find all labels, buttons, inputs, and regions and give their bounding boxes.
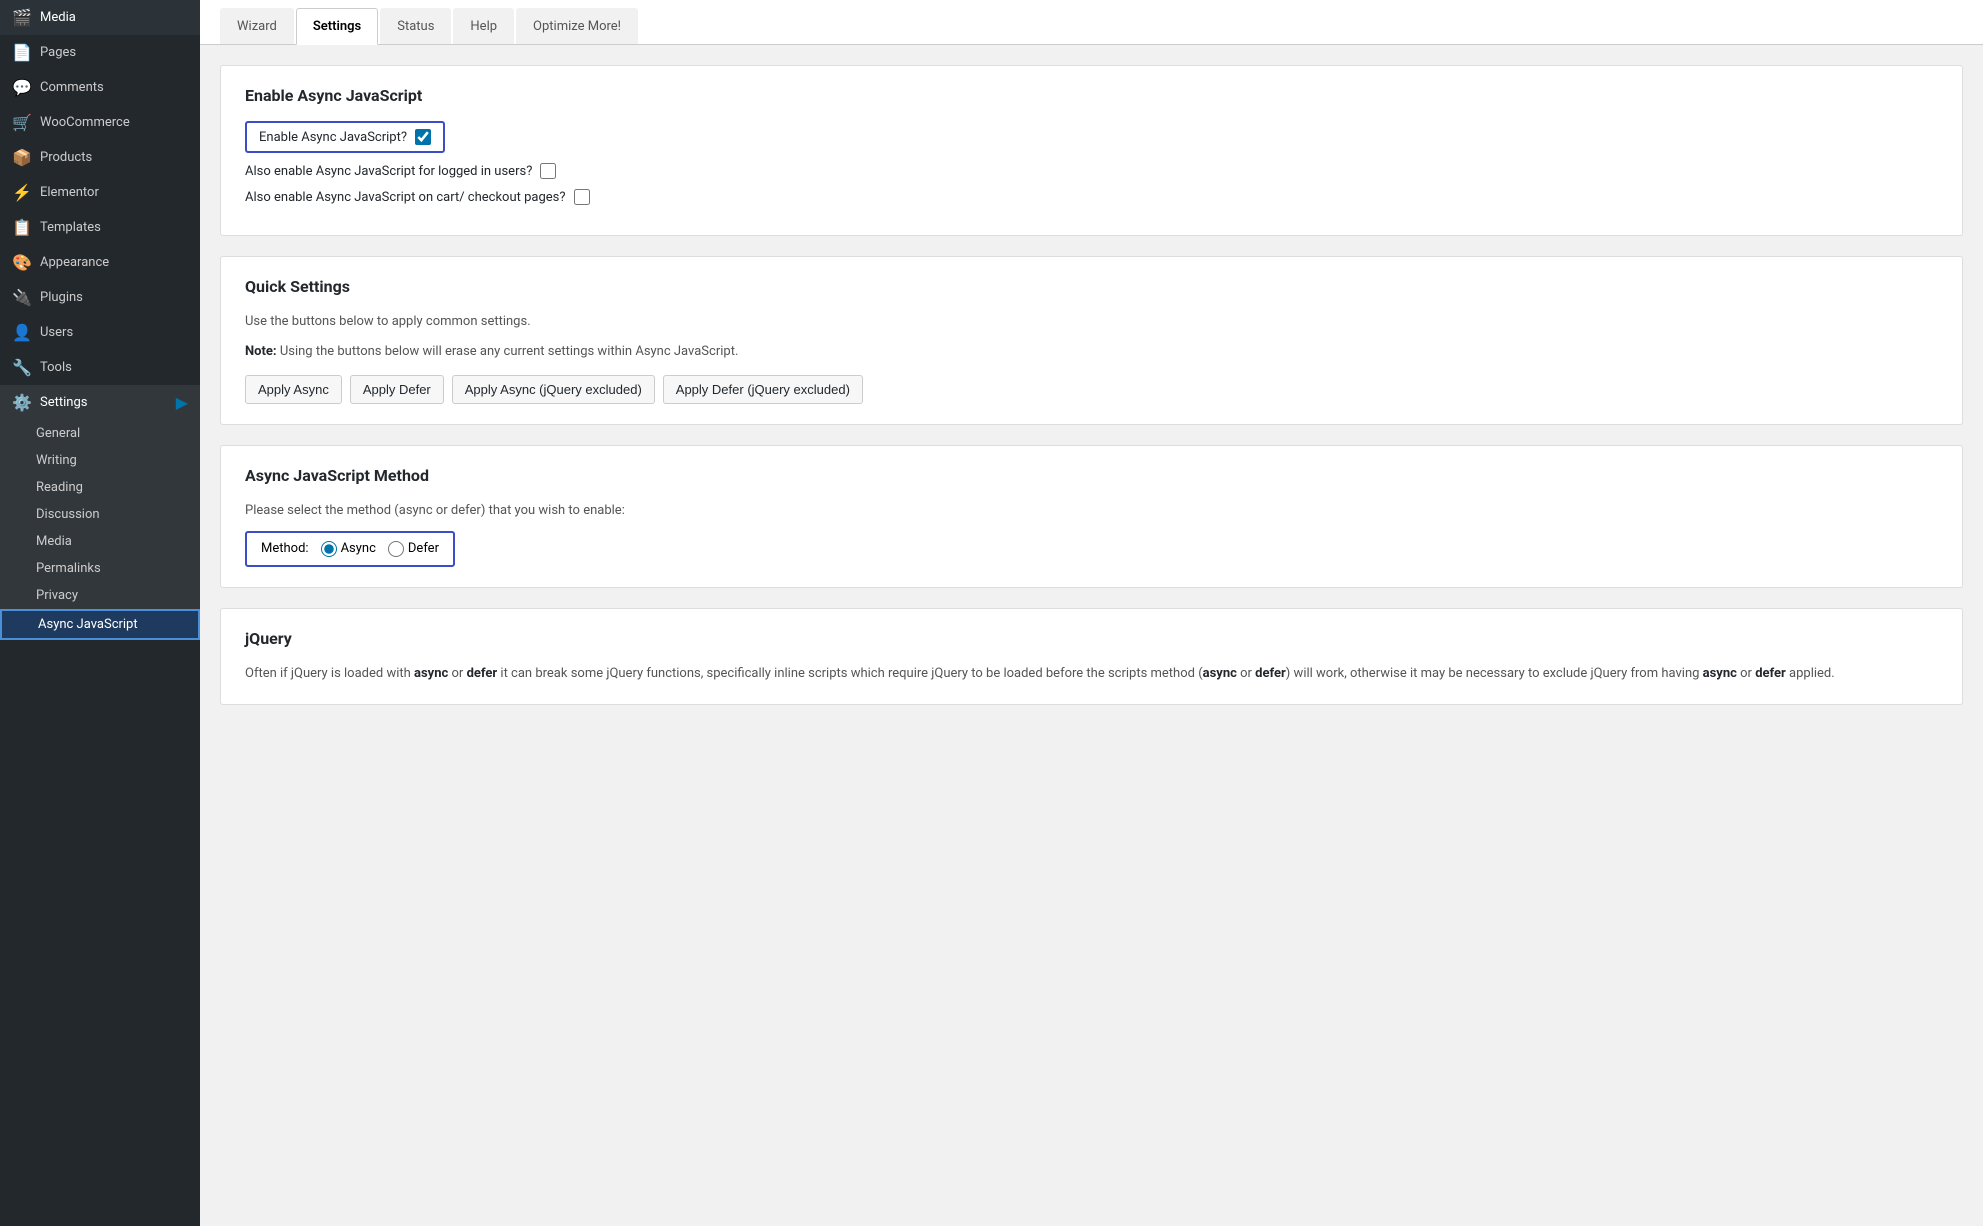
tab-status[interactable]: Status: [380, 8, 451, 44]
defer-option[interactable]: Defer: [388, 541, 439, 557]
defer-label: Defer: [408, 541, 439, 556]
sidebar-item-users[interactable]: 👤 Users: [0, 315, 200, 350]
method-description: Please select the method (async or defer…: [245, 501, 1938, 521]
jquery-title: jQuery: [245, 629, 1938, 648]
woocommerce-icon: 🛒: [12, 113, 32, 132]
enable-async-label: Enable Async JavaScript?: [259, 130, 407, 145]
keyword-async2: async: [1203, 666, 1237, 681]
sidebar-item-media[interactable]: 🎬 Media: [0, 0, 200, 35]
method-label: Method:: [261, 541, 309, 556]
method-row: Method: Async Defer: [245, 531, 455, 567]
tab-help[interactable]: Help: [453, 8, 514, 44]
settings-arrow-icon: ▶: [176, 393, 188, 412]
logged-in-label: Also enable Async JavaScript for logged …: [245, 164, 532, 179]
submenu-item-general[interactable]: General: [0, 420, 200, 447]
sidebar-item-elementor[interactable]: ⚡ Elementor: [0, 175, 200, 210]
quick-settings-note: Note: Using the buttons below will erase…: [245, 342, 1938, 362]
cart-checkbox[interactable]: [574, 189, 590, 205]
submenu-item-privacy[interactable]: Privacy: [0, 582, 200, 609]
products-icon: 📦: [12, 148, 32, 167]
users-icon: 👤: [12, 323, 32, 342]
submenu-item-permalinks[interactable]: Permalinks: [0, 555, 200, 582]
submenu-item-reading[interactable]: Reading: [0, 474, 200, 501]
sidebar-item-appearance[interactable]: 🎨 Appearance: [0, 245, 200, 280]
plugins-icon: 🔌: [12, 288, 32, 307]
tools-icon: 🔧: [12, 358, 32, 377]
content-area: Enable Async JavaScript Enable Async Jav…: [200, 45, 1983, 745]
enable-async-section: Enable Async JavaScript Enable Async Jav…: [220, 65, 1963, 236]
quick-settings-description: Use the buttons below to apply common se…: [245, 312, 1938, 332]
enable-async-row: Enable Async JavaScript?: [245, 121, 445, 153]
tab-settings[interactable]: Settings: [296, 8, 378, 45]
keyword-defer2: defer: [1255, 666, 1286, 681]
templates-icon: 📋: [12, 218, 32, 237]
sidebar-item-settings[interactable]: ⚙️ Settings ▶: [0, 385, 200, 420]
apply-defer-button[interactable]: Apply Defer: [350, 375, 444, 404]
sidebar-item-tools[interactable]: 🔧 Tools: [0, 350, 200, 385]
submenu-item-discussion[interactable]: Discussion: [0, 501, 200, 528]
submenu-item-media[interactable]: Media: [0, 528, 200, 555]
keyword-defer1: defer: [467, 666, 498, 681]
sidebar-item-comments[interactable]: 💬 Comments: [0, 70, 200, 105]
cart-label: Also enable Async JavaScript on cart/ ch…: [245, 190, 566, 205]
keyword-async3: async: [1703, 666, 1737, 681]
sidebar-item-pages[interactable]: 📄 Pages: [0, 35, 200, 70]
quick-settings-buttons: Apply Async Apply Defer Apply Async (jQu…: [245, 375, 1938, 404]
method-title: Async JavaScript Method: [245, 466, 1938, 485]
defer-radio[interactable]: [388, 541, 404, 557]
quick-settings-section: Quick Settings Use the buttons below to …: [220, 256, 1963, 425]
async-radio[interactable]: [321, 541, 337, 557]
submenu-item-writing[interactable]: Writing: [0, 447, 200, 474]
tab-wizard[interactable]: Wizard: [220, 8, 294, 44]
keyword-defer3: defer: [1755, 666, 1786, 681]
cart-row: Also enable Async JavaScript on cart/ ch…: [245, 189, 1938, 205]
quick-settings-title: Quick Settings: [245, 277, 1938, 296]
enable-async-checkbox[interactable]: [415, 129, 431, 145]
keyword-async1: async: [414, 666, 448, 681]
logged-in-row: Also enable Async JavaScript for logged …: [245, 163, 1938, 179]
logged-in-checkbox[interactable]: [540, 163, 556, 179]
sidebar-item-woocommerce[interactable]: 🛒 WooCommerce: [0, 105, 200, 140]
async-label: Async: [341, 541, 376, 556]
apply-async-jquery-button[interactable]: Apply Async (jQuery excluded): [452, 375, 655, 404]
async-option[interactable]: Async: [321, 541, 376, 557]
apply-defer-jquery-button[interactable]: Apply Defer (jQuery excluded): [663, 375, 863, 404]
submenu-item-async-javascript[interactable]: Async JavaScript: [0, 609, 200, 640]
apply-async-button[interactable]: Apply Async: [245, 375, 342, 404]
note-prefix: Note:: [245, 344, 277, 359]
method-section: Async JavaScript Method Please select th…: [220, 445, 1963, 588]
sidebar: 🎬 Media 📄 Pages 💬 Comments 🛒 WooCommerce…: [0, 0, 200, 1226]
settings-icon: ⚙️: [12, 393, 32, 412]
note-body: Using the buttons below will erase any c…: [277, 344, 739, 359]
main-content: Wizard Settings Status Help Optimize Mor…: [200, 0, 1983, 1226]
settings-submenu: General Writing Reading Discussion Media…: [0, 420, 200, 640]
tabs-bar: Wizard Settings Status Help Optimize Mor…: [200, 0, 1983, 45]
tab-optimize-more[interactable]: Optimize More!: [516, 8, 638, 44]
jquery-section: jQuery Often if jQuery is loaded with as…: [220, 608, 1963, 706]
appearance-icon: 🎨: [12, 253, 32, 272]
jquery-description: Often if jQuery is loaded with async or …: [245, 664, 1938, 685]
sidebar-item-products[interactable]: 📦 Products: [0, 140, 200, 175]
sidebar-item-plugins[interactable]: 🔌 Plugins: [0, 280, 200, 315]
elementor-icon: ⚡: [12, 183, 32, 202]
pages-icon: 📄: [12, 43, 32, 62]
comments-icon: 💬: [12, 78, 32, 97]
enable-async-title: Enable Async JavaScript: [245, 86, 1938, 105]
media-icon: 🎬: [12, 8, 32, 27]
sidebar-item-templates[interactable]: 📋 Templates: [0, 210, 200, 245]
